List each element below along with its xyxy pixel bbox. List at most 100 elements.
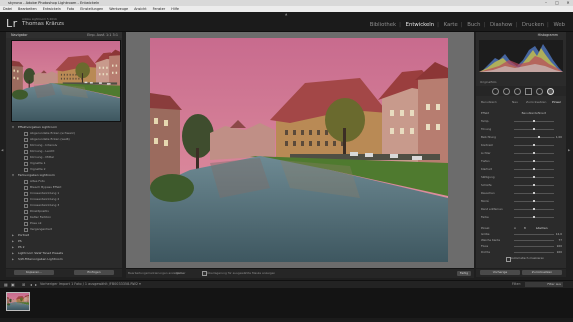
- folder-collapsed-icon[interactable]: ▶: [12, 239, 14, 244]
- adjustment-brush-tool-icon[interactable]: [547, 88, 554, 95]
- navigator-zoom-options[interactable]: Einp. Ausf. 1:1 3:1: [87, 32, 118, 38]
- mask-mode-custom[interactable]: Benutzerd.: [481, 99, 497, 105]
- reset-button[interactable]: Zurücksetzen: [522, 270, 562, 275]
- menu-einstellungen[interactable]: Einstellungen: [80, 7, 103, 11]
- folder-collapsed-icon[interactable]: ▶: [12, 257, 14, 262]
- module-entwickeln[interactable]: Entwickeln: [406, 22, 434, 28]
- preset-folder[interactable]: ▶ Portrait: [6, 233, 122, 238]
- slider-knob[interactable]: [533, 143, 535, 147]
- mask-mode-new[interactable]: Neu: [512, 99, 518, 105]
- module-web[interactable]: Web: [553, 22, 565, 28]
- forward-icon[interactable]: ▸: [35, 282, 37, 287]
- mask-mode-brush[interactable]: Pinsel: [552, 99, 561, 105]
- slider-track[interactable]: [514, 239, 554, 241]
- previous-button[interactable]: Vorherige: [480, 270, 520, 275]
- slider-track[interactable]: [514, 233, 554, 235]
- menu-bearbeiten[interactable]: Bearbeiten: [18, 7, 37, 11]
- module-buch[interactable]: Buch: [467, 22, 480, 28]
- slider-knob[interactable]: [533, 199, 535, 203]
- preset-folder[interactable]: ▶ S/W-Filtervorgaben Lightroom: [6, 257, 122, 262]
- adjustment-slider[interactable]: Belichtung – 1,00: [476, 134, 566, 140]
- paste-button[interactable]: Einfügen: [74, 270, 114, 275]
- effect-row[interactable]: Effekt Benutzerdefiniert: [476, 110, 566, 116]
- edit-markers-mode[interactable]: Immer: [176, 271, 185, 275]
- preset-folder[interactable]: ▼ Effektvorgaben Lightroom: [6, 125, 122, 130]
- adjustment-slider[interactable]: Farbe: [476, 214, 566, 220]
- spot-removal-tool-icon[interactable]: [503, 88, 510, 95]
- menu-hilfe[interactable]: Hilfe: [171, 7, 179, 11]
- preset-item[interactable]: Bleach Bypass Effekt: [6, 185, 122, 191]
- folder-collapsed-icon[interactable]: ▶: [12, 245, 14, 250]
- slider-knob[interactable]: [533, 207, 535, 211]
- preset-item[interactable]: Körnung - Mittel: [6, 155, 122, 161]
- radial-filter-tool-icon[interactable]: [536, 88, 543, 95]
- slider-knob[interactable]: [533, 127, 535, 131]
- adjustment-slider[interactable]: Tiefen: [476, 158, 566, 164]
- preset-item[interactable]: Körnung - Intensiv: [6, 143, 122, 149]
- preset-item[interactable]: Abgerundete Ecken (weiß): [6, 137, 122, 143]
- grid-view-icon[interactable]: ▦: [4, 282, 8, 287]
- folder-collapsed-icon[interactable]: ▶: [12, 251, 14, 256]
- slider-knob[interactable]: [533, 175, 535, 179]
- photo-preview[interactable]: [150, 38, 448, 262]
- menu-werkzeuge[interactable]: Werkzeuge: [109, 7, 128, 11]
- done-button[interactable]: Fertig: [457, 270, 471, 276]
- slider-knob[interactable]: [533, 215, 535, 219]
- preset-folder[interactable]: ▼ Farbvorgaben Lightroom: [6, 173, 122, 178]
- second-window-icon[interactable]: ▣: [11, 282, 15, 287]
- preset-item[interactable]: Körnung - Leicht: [6, 149, 122, 155]
- right-panel-toggle-icon[interactable]: ▶: [568, 148, 570, 152]
- copy-button[interactable]: Kopieren...: [14, 270, 54, 275]
- menu-foto[interactable]: Foto: [67, 7, 74, 11]
- preset-folder[interactable]: ▶ PS: [6, 239, 122, 244]
- adjustment-slider[interactable]: Temp.: [476, 118, 566, 124]
- slider-track[interactable]: [514, 245, 554, 247]
- grid-icon[interactable]: ⊞: [22, 282, 25, 287]
- preset-item[interactable]: Kalter Farbton: [6, 215, 122, 221]
- folder-collapsed-icon[interactable]: ▶: [12, 233, 14, 238]
- adjustment-slider[interactable]: Rand entfernen: [476, 206, 566, 212]
- navigator-preview[interactable]: [11, 40, 121, 122]
- slider-knob[interactable]: [538, 135, 541, 139]
- slider-track[interactable]: [514, 251, 554, 253]
- slider-value[interactable]: – 1,00: [553, 134, 562, 140]
- filmstrip-thumbnail[interactable]: [6, 292, 30, 311]
- menu-entwickeln[interactable]: Entwickeln: [43, 7, 61, 11]
- menu-datei[interactable]: Datei: [3, 7, 12, 11]
- graduated-filter-tool-icon[interactable]: [525, 88, 532, 95]
- histogram-header[interactable]: Histogramm: [476, 32, 566, 38]
- adjustment-slider[interactable]: Kontrast: [476, 142, 566, 148]
- red-eye-tool-icon[interactable]: [514, 88, 521, 95]
- auto-mask-checkbox[interactable]: [506, 257, 511, 262]
- preset-folder[interactable]: ▶ PS 2: [6, 245, 122, 250]
- left-panel-toggle-icon[interactable]: ◀: [1, 148, 3, 152]
- module-diashow[interactable]: Diashow: [490, 22, 513, 28]
- adjustment-slider[interactable]: Rauschen: [476, 190, 566, 196]
- slider-knob[interactable]: [533, 191, 535, 195]
- preset-item[interactable]: Vignette 1: [6, 161, 122, 167]
- menu-fenster[interactable]: Fenster: [153, 7, 166, 11]
- preset-item[interactable]: Direktpositiv: [6, 209, 122, 215]
- slider-knob[interactable]: [533, 159, 535, 163]
- slider-knob[interactable]: [533, 183, 535, 187]
- slider-knob[interactable]: [533, 119, 535, 123]
- crop-tool-icon[interactable]: [492, 88, 499, 95]
- effect-value[interactable]: Benutzerdefiniert: [522, 110, 546, 116]
- folder-expanded-icon[interactable]: ▼: [12, 125, 14, 130]
- filter-dropdown[interactable]: Filter aus: [525, 281, 563, 287]
- navigator-header[interactable]: Navigator Einp. Ausf. 1:1 3:1: [6, 32, 122, 38]
- adjustment-slider[interactable]: Klarheit: [476, 166, 566, 172]
- filmstrip-source-info[interactable]: Vorheriger Import 1 Foto / 1 ausgewählt …: [40, 282, 141, 286]
- preset-item[interactable]: Vignette 2: [6, 167, 122, 173]
- adjustment-slider[interactable]: Sättigung: [476, 174, 566, 180]
- adjustment-slider[interactable]: Schärfe: [476, 182, 566, 188]
- back-icon[interactable]: ◂: [30, 282, 32, 287]
- preset-item[interactable]: Abgerundete Ecken (schwarz): [6, 131, 122, 137]
- preset-item[interactable]: Pose ok: [6, 221, 122, 227]
- module-karte[interactable]: Karte: [444, 22, 458, 28]
- mask-mode-reset[interactable]: Zurücksetzen: [526, 99, 546, 105]
- slider-knob[interactable]: [533, 167, 535, 171]
- menu-ansicht[interactable]: Ansicht: [134, 7, 147, 11]
- top-panel-toggle-icon[interactable]: ▲: [285, 12, 287, 16]
- adjustment-slider[interactable]: Lichter: [476, 150, 566, 156]
